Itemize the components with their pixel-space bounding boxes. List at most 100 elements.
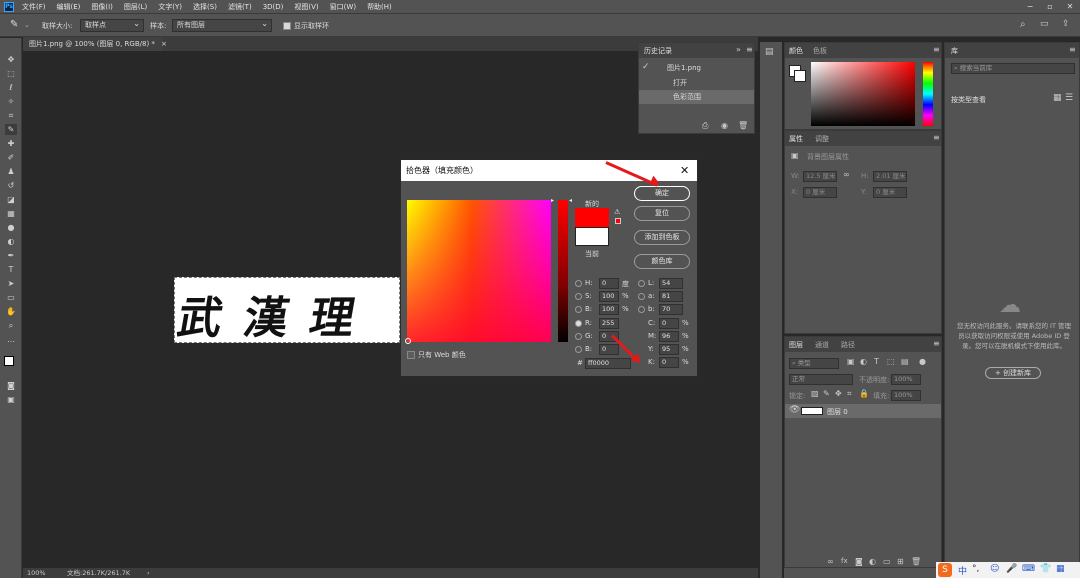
menu-window[interactable]: 窗口(W) (330, 2, 356, 12)
radio-l[interactable] (638, 280, 645, 287)
opacity-field[interactable]: 100% (891, 374, 921, 385)
brush-tool-icon[interactable]: ✐ (5, 152, 17, 163)
blue-field[interactable]: 0 (599, 344, 619, 355)
zoom-level[interactable]: 100% (27, 568, 46, 578)
m-field[interactable]: 96 (659, 331, 679, 342)
prop-x-field[interactable]: 0 厘米 (803, 187, 837, 198)
close-window-button[interactable]: ✕ (1060, 0, 1080, 13)
lock-position-icon[interactable]: ✥ (835, 389, 842, 398)
healing-tool-icon[interactable]: ✚ (5, 138, 17, 149)
ime-voice-icon[interactable]: 🎤 (1006, 564, 1017, 574)
sample-size-select[interactable]: 取样点 (80, 18, 144, 32)
lock-all-icon[interactable]: 🔒 (859, 389, 869, 398)
search-icon[interactable]: ⌕ (1020, 19, 1026, 30)
new-document-from-state-icon[interactable]: ⎙ (702, 121, 708, 131)
menu-image[interactable]: 图像(I) (91, 2, 113, 12)
filter-adjust-icon[interactable]: ◐ (860, 357, 867, 366)
filter-smart-icon[interactable]: ▤ (901, 357, 909, 366)
menu-select[interactable]: 选择(S) (193, 2, 217, 12)
grid-view-icon[interactable]: ▦ (1053, 93, 1062, 103)
eraser-tool-icon[interactable]: ◪ (5, 194, 17, 205)
lock-paint-icon[interactable]: ✎ (823, 389, 830, 398)
radio-lab-b[interactable] (638, 306, 645, 313)
document-tab[interactable]: 图片1.png @ 100% (图层 0, RGB/8) * × (23, 37, 167, 51)
k-field[interactable]: 0 (659, 357, 679, 368)
radio-g[interactable] (575, 333, 582, 340)
layer-filter-select[interactable]: ⌕ 类型 (789, 358, 839, 369)
radio-b[interactable] (575, 306, 582, 313)
tab-channels[interactable]: 通道 (815, 340, 829, 350)
add-mask-icon[interactable]: ◙ (855, 557, 863, 566)
blend-mode-select[interactable]: 正常 (789, 374, 853, 385)
new-group-icon[interactable]: ▭ (883, 557, 891, 566)
r-field[interactable]: 255 (599, 318, 619, 329)
pen-tool-icon[interactable]: ✒ (5, 250, 17, 261)
quick-mask-icon[interactable]: ◙ (5, 380, 17, 391)
trash-icon[interactable]: 🗑 (738, 121, 748, 130)
c-field[interactable]: 0 (659, 318, 679, 329)
menu-layer[interactable]: 图层(L) (124, 2, 147, 12)
tab-paths[interactable]: 路径 (841, 340, 855, 350)
list-view-icon[interactable]: ☰ (1065, 93, 1073, 103)
add-to-swatches-button[interactable]: 添加到色板 (634, 230, 690, 245)
layer-name[interactable]: 图层 0 (827, 407, 848, 417)
slider-left-arrow-icon[interactable]: ▸ (551, 197, 554, 204)
ime-chinese-icon[interactable]: 中 (958, 564, 967, 577)
panel-menu-icon[interactable]: ≡ (1069, 45, 1076, 54)
fill-field[interactable]: 100% (891, 390, 921, 401)
panel-collapse-icon[interactable]: » (736, 45, 741, 54)
ime-skin-icon[interactable]: 👕 (1040, 564, 1051, 574)
radio-r[interactable] (575, 320, 582, 327)
menu-edit[interactable]: 编辑(E) (57, 2, 81, 12)
document-image[interactable]: 武漢理 (174, 277, 400, 344)
filter-toggle-icon[interactable]: ● (919, 357, 926, 366)
hand-tool-icon[interactable]: ✋ (5, 306, 17, 317)
sample-select[interactable]: 所有图层 (172, 18, 272, 32)
ime-punct-icon[interactable]: °, (972, 564, 979, 574)
status-chevron-icon[interactable]: › (147, 568, 150, 578)
layer-style-icon[interactable]: fx (841, 557, 848, 565)
create-library-button[interactable]: + 创建新库 (985, 367, 1041, 379)
history-brush-source-icon[interactable]: ✓ (642, 62, 650, 72)
path-select-tool-icon[interactable]: ➤ (5, 278, 17, 289)
reset-button[interactable]: 复位 (634, 206, 690, 221)
workspace-icon[interactable]: ▭ (1040, 19, 1049, 29)
tab-swatches[interactable]: 色板 (813, 46, 827, 56)
sogou-icon[interactable]: S (938, 563, 952, 577)
radio-s[interactable] (575, 293, 582, 300)
tool-preset-chevron-icon[interactable]: ⌄ (24, 21, 30, 29)
history-snapshot[interactable]: 图片1.png (639, 61, 754, 75)
screen-mode-icon[interactable]: ▣ (5, 394, 17, 405)
web-colors-checkbox[interactable] (407, 351, 415, 359)
slider-right-arrow-icon[interactable]: ◂ (569, 197, 572, 204)
menu-filter[interactable]: 滤镜(T) (228, 2, 252, 12)
foreground-color-swatch[interactable] (4, 356, 14, 366)
delete-layer-icon[interactable]: 🗑 (911, 557, 921, 566)
lock-artboard-icon[interactable]: ⌗ (847, 389, 852, 399)
tab-libraries[interactable]: 库 (951, 46, 958, 56)
color-libraries-button[interactable]: 颜色库 (634, 254, 690, 269)
menu-type[interactable]: 文字(Y) (158, 2, 182, 12)
panel-menu-icon[interactable]: ≡ (933, 45, 940, 54)
color-field[interactable] (811, 62, 915, 126)
prop-w-field[interactable]: 12.5 厘米 (803, 171, 837, 182)
type-tool-icon[interactable]: T (5, 264, 17, 275)
gamut-color-cube[interactable] (615, 218, 621, 224)
color-field[interactable] (407, 200, 551, 342)
more-tools-icon[interactable]: ⋯ (5, 336, 17, 347)
eyedropper-icon[interactable]: ✎ (10, 19, 18, 30)
filter-type-icon[interactable]: T (874, 357, 879, 366)
menu-3d[interactable]: 3D(D) (263, 3, 284, 11)
b-field[interactable]: 100 (599, 304, 619, 315)
lab-b-field[interactable]: 70 (659, 304, 683, 315)
library-view-select[interactable]: 按类型查看 (951, 95, 986, 105)
out-of-gamut-warning-icon[interactable]: ⚠ (614, 208, 620, 216)
ime-tools-icon[interactable]: ▦ (1056, 564, 1065, 574)
menu-view[interactable]: 视图(V) (294, 2, 318, 12)
tab-properties[interactable]: 属性 (789, 134, 803, 144)
history-item[interactable]: 色彩范围 (639, 90, 754, 104)
ok-button[interactable]: 确定 (634, 186, 690, 201)
ime-keyboard-icon[interactable]: ⌨ (1022, 564, 1035, 574)
panel-menu-icon[interactable]: ≡ (933, 339, 940, 348)
color-field-cursor[interactable] (405, 338, 411, 344)
